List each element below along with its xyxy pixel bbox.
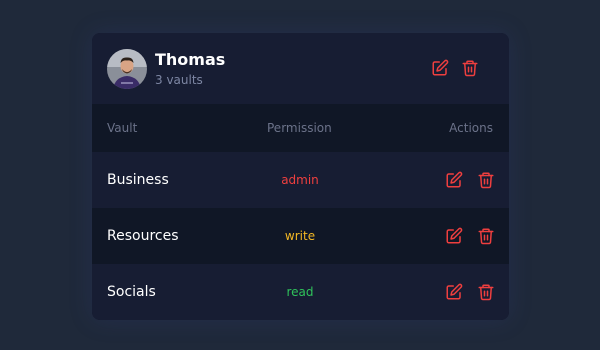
vault-name: Business [107, 172, 169, 188]
delete-vault-button[interactable] [477, 283, 495, 301]
vault-name: Resources [107, 228, 179, 244]
row-actions [445, 171, 495, 189]
delete-user-button[interactable] [461, 59, 479, 77]
column-header-permission: Permission [267, 121, 332, 135]
edit-user-button[interactable] [431, 59, 449, 77]
trash-icon [478, 228, 494, 245]
trash-icon [478, 284, 494, 301]
permission-badge: admin [281, 173, 319, 187]
edit-vault-button[interactable] [445, 283, 463, 301]
trash-icon [478, 172, 494, 189]
header-actions [431, 59, 479, 77]
avatar [107, 48, 147, 89]
trash-icon [462, 60, 478, 77]
edit-vault-button[interactable] [445, 227, 463, 245]
edit-icon [446, 283, 463, 300]
vault-name: Socials [107, 284, 156, 300]
table-row: Socials read [92, 264, 509, 320]
card-header: Thomas 3 vaults [92, 33, 509, 104]
table-row: Business admin [92, 152, 509, 208]
user-name: Thomas [155, 49, 226, 69]
permission-badge: read [286, 285, 314, 299]
permission-badge: write [284, 229, 316, 243]
column-header-actions: Actions [449, 121, 493, 135]
vault-count: 3 vaults [155, 72, 203, 87]
column-header-vault: Vault [107, 121, 138, 135]
edit-icon [432, 59, 449, 76]
vault-card: Thomas 3 vaults Vault Permission Actions… [92, 33, 509, 320]
row-actions [445, 283, 495, 301]
edit-icon [446, 171, 463, 188]
delete-vault-button[interactable] [477, 227, 495, 245]
table-row: Resources write [92, 208, 509, 264]
delete-vault-button[interactable] [477, 171, 495, 189]
row-actions [445, 227, 495, 245]
edit-icon [446, 227, 463, 244]
table-header: Vault Permission Actions [92, 104, 509, 152]
edit-vault-button[interactable] [445, 171, 463, 189]
